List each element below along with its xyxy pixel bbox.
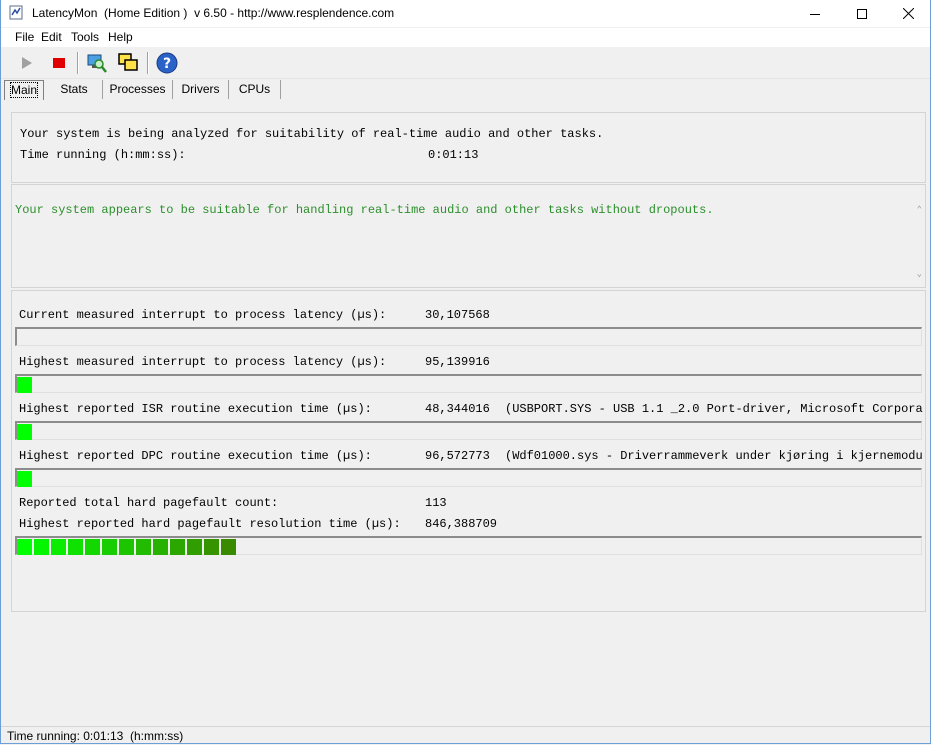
isr-time-value: 48,344016 bbox=[425, 402, 490, 416]
tab-stats[interactable]: Stats bbox=[46, 80, 103, 99]
maximize-icon bbox=[857, 8, 867, 19]
bar-segment bbox=[119, 539, 134, 555]
tab-cpus[interactable]: CPUs bbox=[229, 80, 281, 99]
pagefault-time-label: Highest reported hard pagefault resoluti… bbox=[19, 517, 401, 531]
minimize-icon bbox=[810, 13, 820, 15]
bar-segment bbox=[17, 377, 32, 393]
pagefault-time-bar bbox=[15, 536, 922, 555]
pagefault-count-label: Reported total hard pagefault count: bbox=[19, 496, 279, 510]
window-title: LatencyMon (Home Edition ) v 6.50 - http… bbox=[32, 6, 395, 20]
status-bar: Time running: 0:01:13 (h:mm:ss) bbox=[1, 726, 930, 743]
isr-time-bar bbox=[15, 421, 922, 440]
status-time-running: Time running: 0:01:13 (h:mm:ss) bbox=[7, 729, 184, 743]
scroll-down-arrow[interactable]: ⌄ bbox=[917, 269, 922, 279]
tab-strip: Main Stats Processes Drivers CPUs bbox=[1, 78, 930, 102]
verdict-text: Your system appears to be suitable for h… bbox=[15, 203, 714, 217]
verdict-panel: Your system appears to be suitable for h… bbox=[11, 184, 926, 288]
bar-segment bbox=[204, 539, 219, 555]
bar-segment bbox=[187, 539, 202, 555]
current-latency-label: Current measured interrupt to process la… bbox=[19, 308, 387, 322]
time-running-label: Time running (h:mm:ss): bbox=[20, 148, 186, 162]
bar-segment bbox=[102, 539, 117, 555]
tab-main-label: Main bbox=[9, 82, 39, 98]
bar-segment bbox=[170, 539, 185, 555]
current-latency-value: 30,107568 bbox=[425, 308, 490, 322]
menu-edit[interactable]: Edit bbox=[41, 30, 62, 44]
title-bar[interactable]: LatencyMon (Home Edition ) v 6.50 - http… bbox=[1, 0, 930, 27]
bar-segment bbox=[68, 539, 83, 555]
bar-segment bbox=[17, 424, 32, 440]
menu-file[interactable]: File bbox=[15, 30, 34, 44]
dpc-time-value: 96,572773 bbox=[425, 449, 490, 463]
analyzing-text: Your system is being analyzed for suitab… bbox=[20, 127, 604, 141]
tab-main[interactable]: Main bbox=[4, 80, 44, 100]
app-window: LatencyMon (Home Edition ) v 6.50 - http… bbox=[0, 0, 931, 744]
highest-latency-bar bbox=[15, 374, 922, 393]
tab-processes[interactable]: Processes bbox=[103, 80, 173, 99]
windows-icon bbox=[118, 53, 138, 71]
isr-driver-detail: (USBPORT.SYS - USB 1.1 _2.0 Port-driver,… bbox=[505, 402, 923, 416]
minimize-button[interactable] bbox=[792, 0, 838, 27]
toolbar: ? bbox=[1, 48, 930, 79]
bar-segment bbox=[17, 471, 32, 487]
bar-segment bbox=[34, 539, 49, 555]
help-button[interactable]: ? bbox=[155, 51, 179, 75]
tab-cpus-label: CPUs bbox=[238, 82, 271, 96]
bar-segment bbox=[17, 539, 32, 555]
help-icon: ? bbox=[156, 52, 178, 74]
monitor-magnifier-icon bbox=[87, 54, 107, 73]
tab-drivers[interactable]: Drivers bbox=[173, 80, 229, 99]
stop-button[interactable] bbox=[47, 51, 71, 75]
scroll-up-arrow[interactable]: ⌃ bbox=[917, 205, 922, 215]
pagefault-time-value: 846,388709 bbox=[425, 517, 498, 531]
isr-time-label: Highest reported ISR routine execution t… bbox=[19, 402, 372, 416]
tab-stats-label: Stats bbox=[60, 82, 88, 96]
highest-latency-label: Highest measured interrupt to process la… bbox=[19, 355, 387, 369]
menu-tools[interactable]: Tools bbox=[71, 30, 99, 44]
time-running-value: 0:01:13 bbox=[428, 148, 479, 162]
menu-bar: File Edit Tools Help bbox=[1, 28, 930, 47]
svg-text:?: ? bbox=[163, 56, 171, 72]
bar-segment bbox=[153, 539, 168, 555]
highest-latency-value: 95,139916 bbox=[425, 355, 490, 369]
close-button[interactable] bbox=[885, 0, 930, 27]
dpc-time-label: Highest reported DPC routine execution t… bbox=[19, 449, 372, 463]
bar-segment bbox=[85, 539, 100, 555]
current-latency-bar bbox=[15, 327, 922, 346]
bar-segment bbox=[136, 539, 151, 555]
metrics-panel: Current measured interrupt to process la… bbox=[11, 290, 926, 612]
windows-button[interactable] bbox=[116, 51, 140, 75]
bar-segment bbox=[51, 539, 66, 555]
analysis-status-panel: Your system is being analyzed for suitab… bbox=[11, 112, 926, 183]
analyze-button[interactable] bbox=[84, 51, 108, 75]
tab-processes-label: Processes bbox=[109, 82, 166, 96]
bar-segment bbox=[221, 539, 236, 555]
close-icon bbox=[902, 8, 914, 19]
play-icon bbox=[22, 57, 32, 69]
menu-help[interactable]: Help bbox=[108, 30, 133, 44]
stop-icon bbox=[53, 58, 65, 68]
start-button[interactable] bbox=[15, 51, 39, 75]
pagefault-count-value: 113 bbox=[425, 496, 447, 510]
dpc-driver-detail: (Wdf01000.sys - Driverrammeverk under kj… bbox=[505, 449, 923, 463]
maximize-button[interactable] bbox=[839, 0, 885, 27]
dpc-time-bar bbox=[15, 468, 922, 487]
tab-drivers-label: Drivers bbox=[181, 82, 220, 96]
app-icon bbox=[9, 5, 23, 20]
